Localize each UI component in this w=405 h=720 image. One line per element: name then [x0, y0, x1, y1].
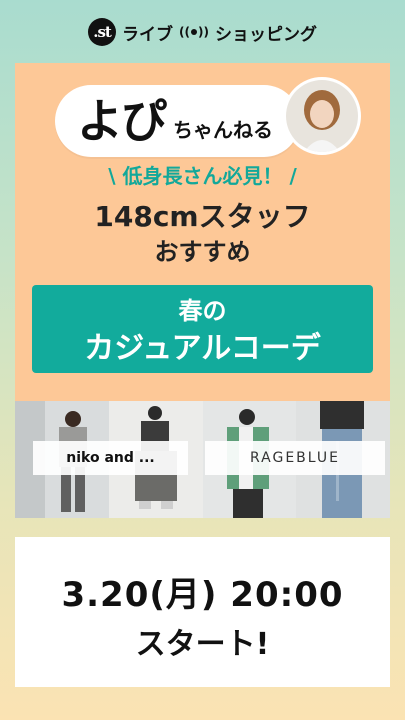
brand-label-rageblue: RAGEBLUE: [205, 441, 385, 475]
live-promo-card[interactable]: よぴ ちゃんねる \ 低身長さん必見！ / 148cmスタッフ おすすめ 春の …: [15, 63, 390, 518]
tagline: \ 低身長さん必見！ /: [15, 160, 390, 189]
app-header: .st ライブ (()) ショッピング: [0, 14, 405, 50]
shopping-label: ショッピング: [214, 24, 317, 45]
headline-line1: 148cmスタッフ: [94, 200, 311, 233]
slash-left-icon: \: [108, 164, 116, 188]
headline-line2: おすすめ: [154, 238, 251, 266]
live-label: ライブ: [122, 24, 174, 45]
banner-line1: 春の: [178, 297, 227, 325]
brand-label-niko: niko and ...: [33, 441, 188, 475]
banner-line2: カジュアルコーデ: [84, 331, 321, 366]
event-date: 3.20(月) 20:00: [61, 575, 344, 615]
tagline-text: 低身長さん必見！: [122, 164, 283, 188]
title-sub: ちゃんねる: [173, 118, 273, 142]
headline: 148cmスタッフ おすすめ: [15, 199, 390, 269]
st-logo: .st: [88, 18, 117, 46]
broadcast-icon: (()): [179, 25, 209, 39]
event-start: スタート!: [135, 627, 270, 662]
theme-banner: 春の カジュアルコーデ: [32, 285, 373, 373]
slash-right-icon: /: [289, 164, 297, 188]
title-main: よぴ: [77, 94, 167, 148]
title-bubble: よぴ ちゃんねる: [55, 85, 300, 157]
host-avatar: [283, 77, 361, 155]
schedule-panel: 3.20(月) 20:00 スタート!: [15, 537, 390, 687]
